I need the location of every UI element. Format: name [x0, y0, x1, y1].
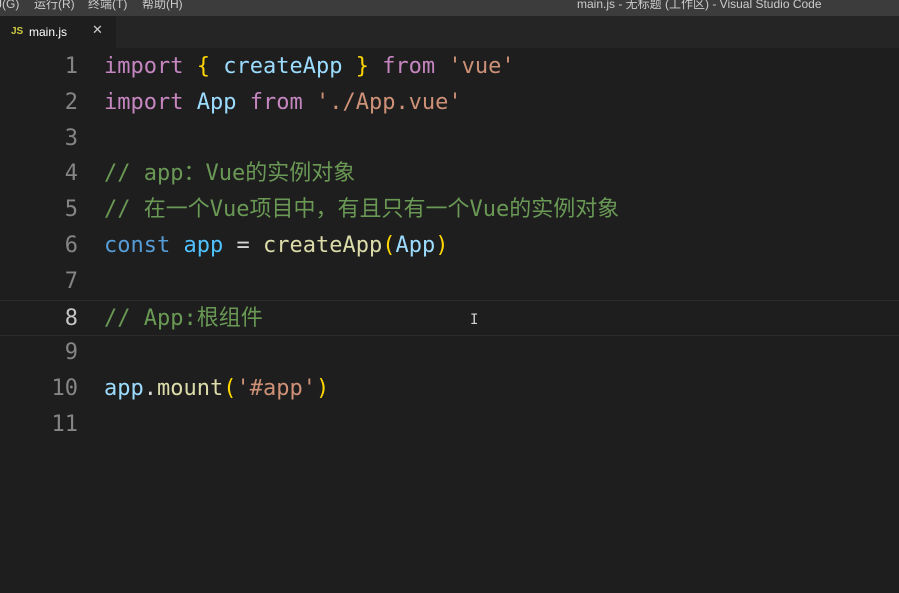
js-file-icon: JS — [11, 26, 24, 37]
code-token: { — [196, 54, 210, 79]
code-token: const — [104, 233, 171, 258]
title-bar: J(G) 运行(R) 终端(T) 帮助(H) main.js - 无标题 (工作… — [0, 0, 899, 16]
code-token: ( — [382, 233, 396, 258]
tab-main-js[interactable]: JS main.js ✕ — [0, 16, 116, 48]
code-text: // 在一个Vue项目中，有且只有一个Vue的实例对象 — [104, 192, 619, 228]
code-line[interactable]: 8 // App:根组件 — [0, 299, 899, 337]
code-token: from — [249, 89, 303, 115]
line-number: 3 — [64, 125, 78, 151]
code-line[interactable]: 2 import App from './App.vue' — [0, 85, 899, 121]
line-number: 11 — [51, 412, 79, 437]
code-line[interactable]: 3 — [0, 121, 899, 157]
code-token: './App.vue' — [315, 89, 462, 115]
code-editor[interactable]: 1 import { createApp } from 'vue' 2 import … — [0, 48, 899, 593]
line-number: 2 — [64, 89, 78, 115]
code-text: import App from './App.vue' — [104, 85, 462, 121]
code-token: createApp — [262, 233, 383, 258]
code-token: createApp — [209, 54, 356, 79]
code-token: // App:根组件 — [104, 305, 263, 331]
code-token: // 在一个Vue项目中，有且只有一个Vue的实例对象 — [104, 197, 620, 223]
menu-item-run[interactable]: 运行(R) — [34, 0, 75, 12]
editor-tab-bar: JS main.js ✕ — [0, 16, 899, 48]
code-token: '#app' — [236, 376, 316, 402]
line-number: 6 — [64, 233, 78, 258]
code-token: . — [143, 376, 157, 402]
code-token: app — [104, 376, 144, 402]
code-text: // app：Vue的实例对象 — [104, 156, 355, 192]
code-token: ) — [315, 376, 330, 402]
line-number: 4 — [64, 161, 78, 187]
code-line[interactable]: 5 // 在一个Vue项目中，有且只有一个Vue的实例对象 — [0, 192, 899, 228]
code-token: } — [355, 54, 369, 79]
line-number: 1 — [64, 54, 78, 79]
code-line[interactable]: 1 import { createApp } from 'vue' — [0, 49, 899, 85]
close-icon[interactable]: ✕ — [92, 23, 103, 39]
code-token: app — [183, 233, 224, 258]
code-token: App — [395, 233, 436, 258]
code-token: from — [382, 54, 436, 79]
window-title: main.js - 无标题 (工作区) - Visual Studio Code — [577, 0, 822, 11]
tab-label: main.js — [29, 25, 68, 39]
code-text: const app = createApp(App) — [104, 228, 448, 264]
code-line[interactable]: 10 app.mount('#app') — [0, 371, 899, 407]
text-cursor-icon: I — [470, 312, 479, 328]
code-token: ) — [435, 233, 449, 258]
code-line[interactable]: 7 — [0, 264, 899, 300]
line-number: 7 — [64, 268, 78, 294]
code-line[interactable]: 11 — [0, 407, 899, 443]
code-line[interactable]: 6 const app = createApp(App) — [0, 228, 899, 264]
line-number: 10 — [51, 376, 79, 402]
code-token: import — [104, 54, 184, 79]
code-token: // app：Vue的实例对象 — [104, 161, 356, 187]
code-line[interactable]: 4 // app：Vue的实例对象 — [0, 156, 899, 192]
menu-item-terminal[interactable]: 终端(T) — [88, 0, 127, 12]
code-token: ( — [223, 376, 237, 402]
line-number: 9 — [64, 340, 78, 366]
code-text: // App:根组件 — [104, 301, 263, 337]
code-text: import { createApp } from 'vue' — [104, 49, 515, 85]
code-token: = — [223, 233, 263, 258]
line-number: 8 — [64, 305, 78, 331]
code-token: App — [196, 89, 237, 115]
menu-item-go[interactable]: J(G) — [0, 0, 19, 12]
code-text: app.mount('#app') — [104, 371, 329, 407]
code-line[interactable]: 9 — [0, 335, 899, 371]
code-token: 'vue' — [448, 54, 515, 79]
menu-item-help[interactable]: 帮助(H) — [142, 0, 183, 12]
code-token: mount — [157, 376, 224, 402]
line-number: 5 — [64, 197, 78, 223]
code-token: import — [104, 89, 184, 115]
